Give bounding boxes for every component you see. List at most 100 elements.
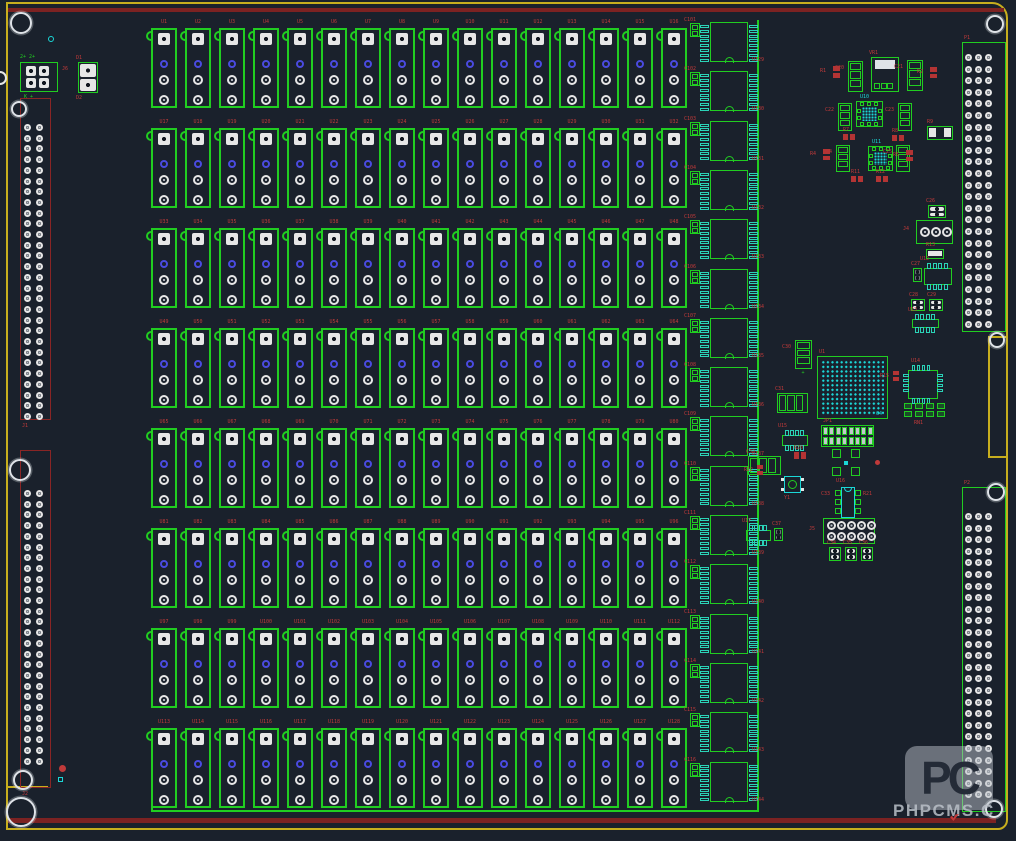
pad[interactable] [700,340,709,343]
smd-pad[interactable] [899,135,904,141]
pad[interactable] [975,606,982,613]
ref-des[interactable]: R7 [843,127,857,133]
cap-seg[interactable] [900,112,910,118]
pad[interactable] [533,795,543,805]
pad[interactable] [965,205,972,212]
pad[interactable] [533,495,543,505]
ref-des[interactable]: U20 [251,119,281,125]
pad[interactable] [874,83,880,89]
pad[interactable] [700,49,709,52]
pad[interactable] [601,95,611,105]
pad[interactable] [635,375,645,385]
pad[interactable] [601,395,611,405]
smd-pad[interactable] [906,150,913,155]
ref-des[interactable]: C103 [684,116,700,122]
pad[interactable] [227,295,237,305]
pad[interactable] [700,666,709,669]
ref-des[interactable]: U5 [285,19,315,25]
pad[interactable] [566,433,578,445]
pad[interactable] [749,493,758,496]
pad[interactable] [193,75,203,85]
pad[interactable] [749,680,758,683]
pad[interactable] [36,576,43,583]
cap-seg[interactable] [840,105,850,111]
pad[interactable] [398,60,406,68]
ref-des[interactable]: U86 [319,519,349,525]
ref-des[interactable]: C32 [746,449,766,455]
ref-des[interactable]: U70 [319,419,349,425]
pad[interactable] [329,775,339,785]
ref-des[interactable]: U111 [625,619,655,625]
pad[interactable] [700,237,709,240]
pad[interactable] [534,260,542,268]
pad[interactable] [158,333,170,345]
ref-des[interactable]: U78 [591,419,621,425]
pad[interactable] [700,370,709,373]
ref-des[interactable]: U36 [251,219,281,225]
pad[interactable] [749,281,758,284]
pad[interactable] [533,595,543,605]
pad[interactable] [330,260,338,268]
pad[interactable] [749,591,758,594]
pad[interactable] [567,75,577,85]
pad[interactable] [636,360,644,368]
pad[interactable] [261,795,271,805]
ref-des[interactable]: J1 [22,423,42,429]
smd-pad[interactable] [833,73,840,78]
pad[interactable] [700,380,709,383]
pad[interactable] [749,187,758,190]
soic16-footprint[interactable] [710,121,748,161]
pad[interactable] [294,633,306,645]
pad[interactable] [567,675,577,685]
pad[interactable] [499,295,509,305]
smd-pad[interactable] [801,452,806,459]
mounting-hole[interactable] [989,332,1005,348]
pad[interactable] [431,95,441,105]
pad[interactable] [835,490,841,496]
pad[interactable] [700,143,709,146]
pad[interactable] [985,298,992,305]
pad[interactable] [534,760,542,768]
pad[interactable] [635,295,645,305]
pad[interactable] [24,135,31,142]
pad[interactable] [465,795,475,805]
pad[interactable] [534,60,542,68]
pad[interactable] [465,695,475,705]
pad[interactable] [749,124,758,127]
ref-des[interactable]: U25 [421,119,451,125]
ref-des[interactable]: U1 [819,349,839,355]
pad[interactable] [24,349,31,356]
ref-des[interactable]: C28 [909,292,929,298]
pad[interactable] [634,733,646,745]
pad[interactable] [700,54,709,57]
pad[interactable] [749,35,758,38]
pad[interactable] [985,182,992,189]
pad[interactable] [634,433,646,445]
pad[interactable] [431,395,441,405]
pad[interactable] [700,739,709,742]
pad[interactable] [965,182,972,189]
pad[interactable] [364,760,372,768]
pad[interactable] [193,695,203,705]
pad[interactable] [36,135,43,142]
ref-des[interactable]: C33 [821,491,833,497]
pad[interactable] [261,175,271,185]
pad[interactable] [396,733,408,745]
pad[interactable] [926,411,934,417]
pad[interactable] [749,128,758,131]
cap-pad[interactable] [692,228,698,233]
mounting-hole[interactable] [6,797,36,827]
pad[interactable] [700,645,709,648]
pad[interactable] [985,263,992,270]
ref-des[interactable]: 64 [876,411,888,417]
ref-des[interactable]: U124 [523,719,553,725]
ref-des[interactable]: C23 [885,107,897,113]
ref-des[interactable]: U92 [523,519,553,525]
pad[interactable] [329,495,339,505]
pad[interactable] [700,779,709,782]
pad[interactable] [24,210,31,217]
pad[interactable] [965,606,972,613]
soic16-footprint[interactable] [710,71,748,111]
pad[interactable] [700,789,709,792]
pad[interactable] [398,660,406,668]
